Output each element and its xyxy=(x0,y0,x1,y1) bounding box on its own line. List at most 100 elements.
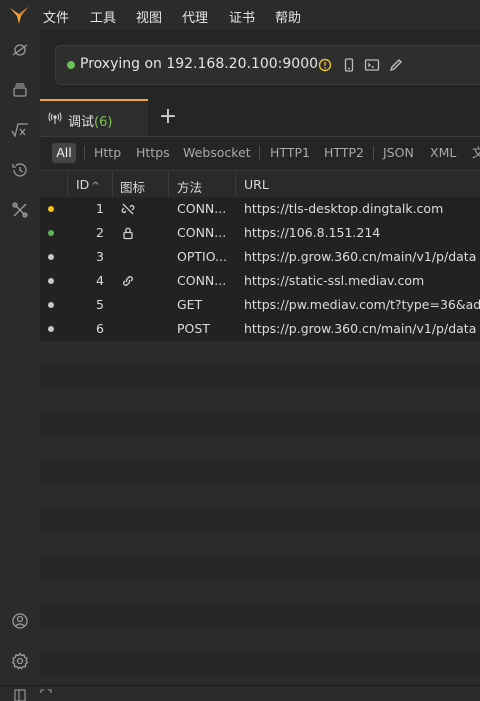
header-icon[interactable]: 图标 xyxy=(120,177,145,196)
menu-file[interactable]: 文件 xyxy=(43,7,69,26)
header-url[interactable]: URL xyxy=(244,177,269,192)
proxy-status-dot xyxy=(67,61,75,69)
table-row[interactable]: 6 POST https://p.grow.360.cn/main/v1/p/dat… xyxy=(40,317,480,341)
table-row[interactable]: 3 OPTIO... https://p.grow.360.cn/main/v1/p… xyxy=(40,245,480,269)
antenna-icon xyxy=(48,112,62,124)
table-row[interactable]: 5 GET https://pw.mediav.com/t?type=36&ad xyxy=(40,293,480,317)
empty-row xyxy=(40,437,480,461)
empty-row xyxy=(40,461,480,485)
cell-url: https://static-ssl.mediav.com xyxy=(244,273,425,288)
status-dot xyxy=(48,206,54,212)
table-row[interactable]: 1 CONN... https://tls-desktop.dingtalk.com xyxy=(40,197,480,221)
empty-row xyxy=(40,557,480,581)
menu-help[interactable]: 帮助 xyxy=(275,7,301,26)
status-dot xyxy=(48,278,54,284)
filter-text[interactable]: 文 xyxy=(472,143,480,163)
empty-row xyxy=(40,485,480,509)
column-divider[interactable] xyxy=(168,171,169,197)
column-divider[interactable] xyxy=(67,171,68,197)
phone-icon[interactable] xyxy=(341,57,357,73)
proxy-status-bar: Proxying on 192.168.20.100:9000 xyxy=(55,45,480,85)
tab-debug-count: (6) xyxy=(94,115,113,130)
table-row[interactable]: 2 CONN... https://106.8.151.214 xyxy=(40,221,480,245)
menu-tools[interactable]: 工具 xyxy=(90,7,116,26)
terminal-icon[interactable] xyxy=(364,57,380,73)
filter-http1[interactable]: HTTP1 xyxy=(270,143,310,163)
menu-certificate[interactable]: 证书 xyxy=(229,7,255,26)
empty-row xyxy=(40,581,480,605)
edit-pencil-icon[interactable] xyxy=(388,57,404,73)
menu-view[interactable]: 视图 xyxy=(136,7,162,26)
tab-debug-label: 调试(6) xyxy=(68,115,113,130)
empty-row xyxy=(40,653,480,677)
cell-id: 3 xyxy=(96,249,104,264)
proxy-status-text: Proxying on 192.168.20.100:9000 xyxy=(80,56,319,72)
cell-id: 2 xyxy=(96,225,104,240)
cell-method: GET xyxy=(177,297,203,312)
account-icon[interactable] xyxy=(10,611,30,631)
cell-id: 5 xyxy=(96,297,104,312)
filter-https[interactable]: Https xyxy=(136,143,170,163)
filter-all[interactable]: All xyxy=(52,143,76,163)
menu-bar: 文件 工具 视图 代理 证书 帮助 xyxy=(0,0,480,30)
layers-icon[interactable] xyxy=(10,80,30,100)
column-divider[interactable] xyxy=(235,171,236,197)
cell-id: 6 xyxy=(96,321,104,336)
filter-http2[interactable]: HTTP2 xyxy=(324,143,364,163)
app-logo-icon xyxy=(10,7,28,24)
add-tab-button[interactable]: + xyxy=(158,105,178,129)
cell-url: https://p.grow.360.cn/main/v1/p/data xyxy=(244,321,477,336)
cell-id: 4 xyxy=(96,273,104,288)
cell-url: https://106.8.151.214 xyxy=(244,225,381,240)
panel-toggle-icon[interactable] xyxy=(14,689,26,701)
cell-method: POST xyxy=(177,321,210,336)
filter-json[interactable]: JSON xyxy=(383,143,414,163)
cell-url: https://p.grow.360.cn/main/v1/p/data xyxy=(244,249,477,264)
filter-divider xyxy=(84,146,85,160)
status-dot xyxy=(48,254,54,260)
cell-method: OPTIO... xyxy=(177,249,227,264)
session-tab-bar: 调试(6) + xyxy=(40,99,480,137)
cell-url: https://pw.mediav.com/t?type=36&ad xyxy=(244,297,480,312)
planet-icon[interactable] xyxy=(10,40,30,60)
request-table: ID ^ 图标 方法 URL 1 CONN... https://tls-deskto… xyxy=(40,170,480,685)
filter-divider xyxy=(259,146,260,160)
formula-icon[interactable] xyxy=(10,120,30,140)
left-sidebar xyxy=(0,30,40,685)
empty-row xyxy=(40,677,480,685)
history-icon[interactable] xyxy=(10,160,30,180)
empty-row xyxy=(40,365,480,389)
lock-icon xyxy=(123,227,133,240)
warning-icon[interactable] xyxy=(317,57,333,73)
empty-row xyxy=(40,509,480,533)
settings-gear-icon[interactable] xyxy=(10,651,30,671)
tab-debug[interactable]: 调试(6) xyxy=(40,99,148,136)
status-dot xyxy=(48,326,54,332)
header-method[interactable]: 方法 xyxy=(177,177,202,196)
menu-proxy[interactable]: 代理 xyxy=(182,7,208,26)
empty-row xyxy=(40,533,480,557)
tools-icon[interactable] xyxy=(10,200,30,220)
unlinked-icon xyxy=(121,203,135,215)
table-header: ID ^ 图标 方法 URL xyxy=(40,170,480,198)
empty-row xyxy=(40,341,480,365)
empty-row xyxy=(40,629,480,653)
fullscreen-icon[interactable] xyxy=(40,689,52,701)
empty-row xyxy=(40,605,480,629)
header-id[interactable]: ID ^ xyxy=(76,177,100,192)
empty-row xyxy=(40,413,480,437)
cell-method: CONN... xyxy=(177,201,227,216)
filter-divider xyxy=(373,146,374,160)
cell-url: https://tls-desktop.dingtalk.com xyxy=(244,201,444,216)
bottom-status-bar xyxy=(0,685,480,701)
status-dot xyxy=(48,302,54,308)
link-icon xyxy=(123,276,133,286)
column-divider[interactable] xyxy=(112,171,113,197)
filter-xml[interactable]: XML xyxy=(430,143,456,163)
sort-ascending-icon: ^ xyxy=(91,181,100,192)
filter-websocket[interactable]: Websocket xyxy=(183,143,251,163)
filter-http[interactable]: Http xyxy=(94,143,121,163)
status-dot xyxy=(48,230,54,236)
table-row[interactable]: 4 CONN... https://static-ssl.mediav.com xyxy=(40,269,480,293)
filter-bar: All Http Https Websocket HTTP1 HTTP2 JSO… xyxy=(40,140,480,166)
